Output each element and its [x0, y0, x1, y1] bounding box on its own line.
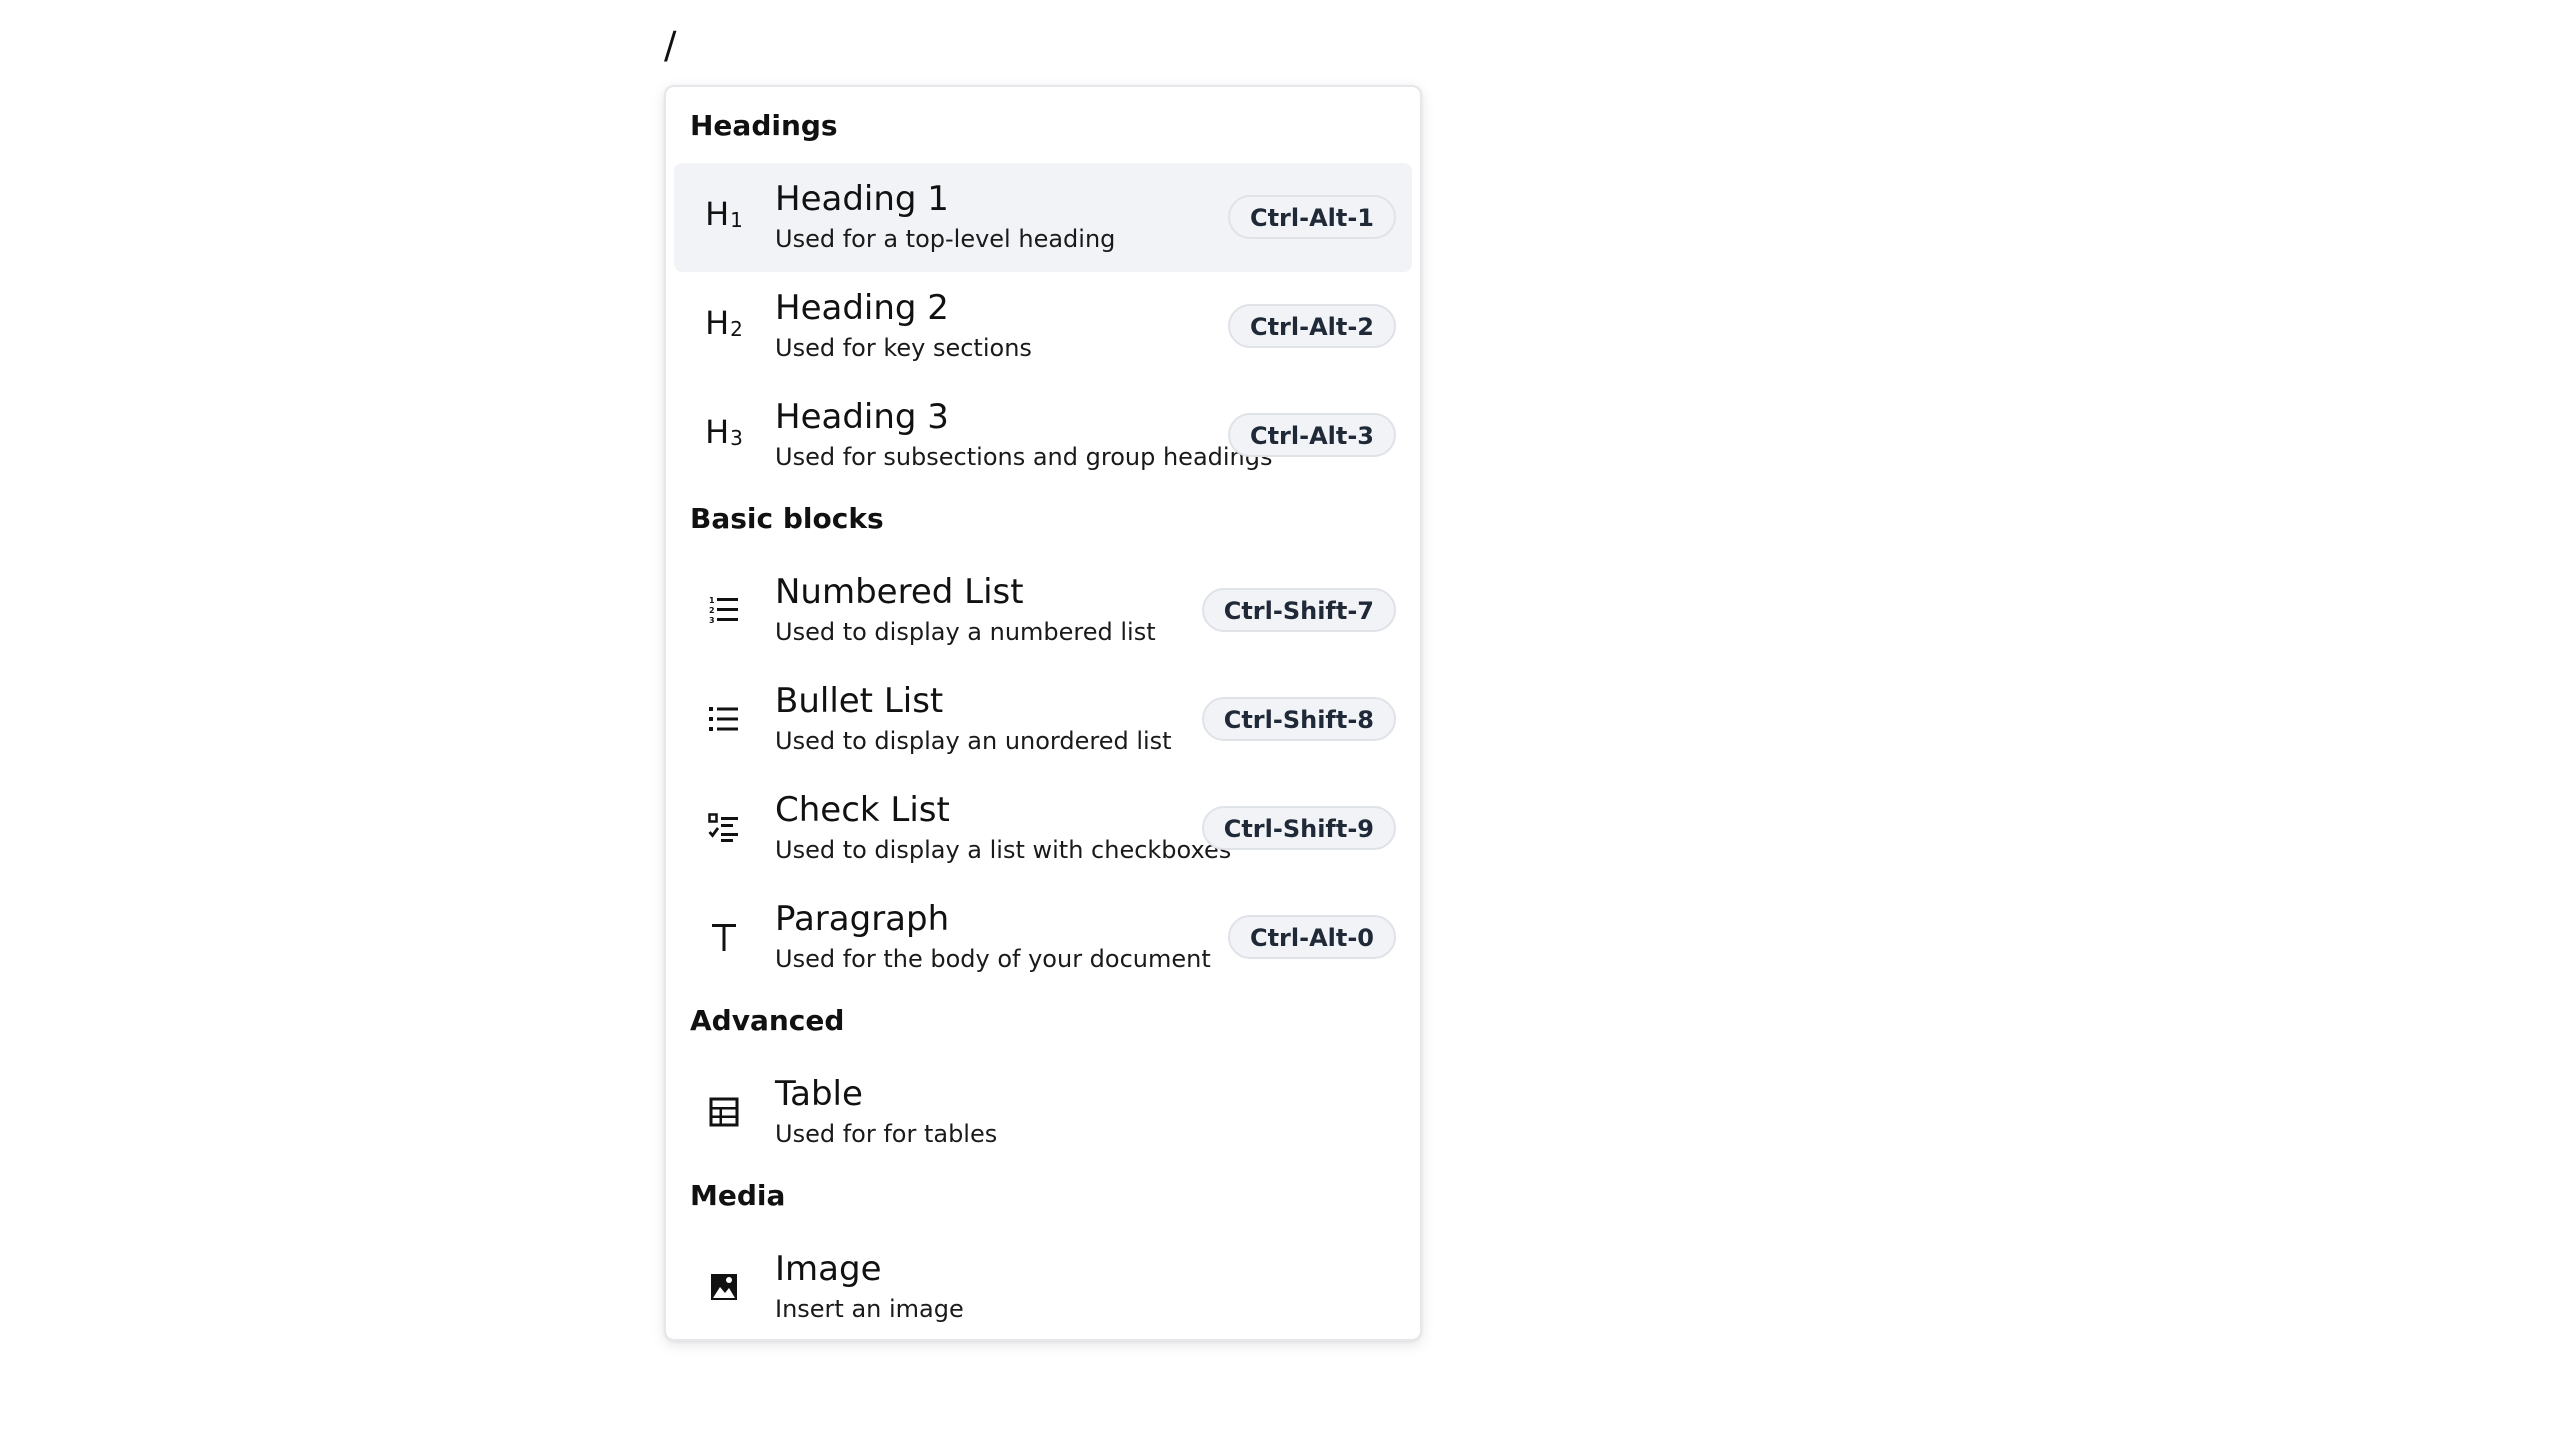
menu-item-title: Heading 2: [775, 288, 949, 328]
image-icon: [704, 1267, 744, 1307]
menu-item-title: Image: [775, 1249, 882, 1289]
menu-item-table[interactable]: Table Used for for tables: [674, 1058, 1412, 1167]
menu-item-title: Numbered List: [775, 572, 1024, 612]
menu-item-description: Used for the body of your document: [775, 945, 1211, 973]
menu-item-paragraph[interactable]: Paragraph Used for the body of your docu…: [674, 883, 1412, 992]
menu-item-heading-3[interactable]: H3 Heading 3 Used for subsections and gr…: [674, 381, 1412, 490]
menu-item-description: Used for for tables: [775, 1120, 998, 1148]
menu-item-heading-2[interactable]: H2 Heading 2 Used for key sections Ctrl-…: [674, 272, 1412, 381]
group-label-media: Media: [690, 1179, 786, 1212]
menu-item-title: Heading 3: [775, 397, 949, 437]
menu-item-title: Table: [775, 1074, 863, 1114]
svg-text:1: 1: [709, 596, 715, 605]
menu-item-description: Used to display an unordered list: [775, 727, 1172, 755]
shortcut-badge: Ctrl-Shift-9: [1201, 806, 1396, 850]
menu-item-check-list[interactable]: Check List Used to display a list with c…: [674, 774, 1412, 883]
menu-item-description: Used to display a numbered list: [775, 618, 1156, 646]
group-label-headings: Headings: [690, 109, 838, 142]
slash-command-menu: Headings H1 Heading 1 Used for a top-lev…: [664, 85, 1422, 1341]
group-label-advanced: Advanced: [690, 1004, 845, 1037]
shortcut-badge: Ctrl-Alt-2: [1227, 304, 1396, 348]
svg-text:3: 3: [709, 616, 715, 625]
paragraph-icon: [704, 917, 744, 957]
menu-item-description: Used for key sections: [775, 334, 1032, 362]
menu-item-description: Used for a top-level heading: [775, 225, 1116, 253]
check-list-icon: [704, 808, 744, 848]
shortcut-badge: Ctrl-Alt-3: [1227, 413, 1396, 457]
menu-item-numbered-list[interactable]: 1 2 3 Numbered List Used to display a nu…: [674, 556, 1412, 665]
menu-item-title: Paragraph: [775, 899, 950, 939]
menu-item-heading-1[interactable]: H1 Heading 1 Used for a top-level headin…: [674, 163, 1412, 272]
shortcut-badge: Ctrl-Shift-8: [1201, 697, 1396, 741]
menu-item-description: Used to display a list with checkboxes: [775, 836, 1232, 864]
svg-text:2: 2: [709, 606, 715, 615]
shortcut-badge: Ctrl-Alt-1: [1227, 195, 1396, 239]
heading-1-icon: H1: [705, 195, 743, 233]
heading-2-icon: H2: [705, 304, 743, 342]
bullet-list-icon: [704, 699, 744, 739]
group-label-basic-blocks: Basic blocks: [690, 502, 884, 535]
shortcut-badge: Ctrl-Shift-7: [1201, 588, 1396, 632]
table-icon: [704, 1092, 744, 1132]
menu-item-description: Used for subsections and group headings: [775, 443, 1273, 471]
heading-3-icon: H3: [705, 413, 743, 451]
menu-item-title: Heading 1: [775, 179, 949, 219]
menu-item-image[interactable]: Image Insert an image: [674, 1233, 1412, 1342]
menu-item-description: Insert an image: [775, 1295, 964, 1323]
menu-item-title: Bullet List: [775, 681, 944, 721]
numbered-list-icon: 1 2 3: [704, 590, 744, 630]
shortcut-badge: Ctrl-Alt-0: [1227, 915, 1396, 959]
menu-item-bullet-list[interactable]: Bullet List Used to display an unordered…: [674, 665, 1412, 774]
editor-slash-input[interactable]: /: [664, 22, 676, 70]
menu-item-title: Check List: [775, 790, 950, 830]
